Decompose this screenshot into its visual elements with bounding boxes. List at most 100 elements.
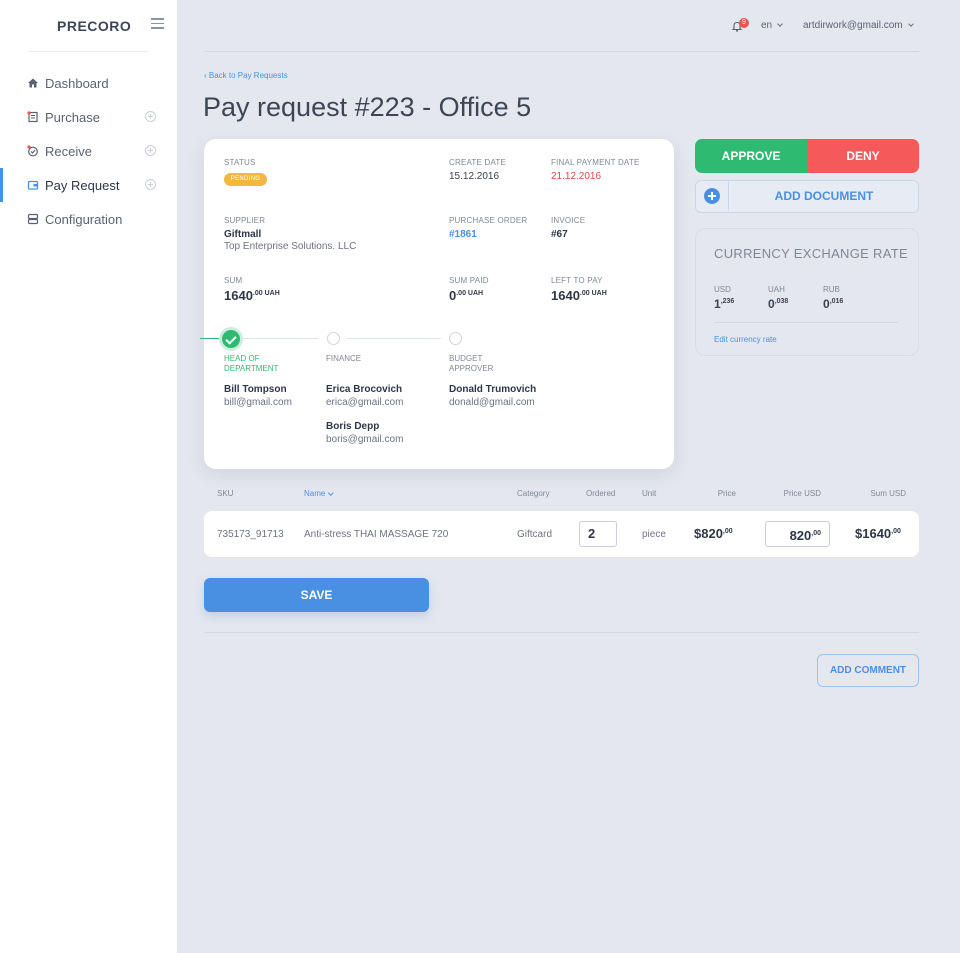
chevron-down-icon: [777, 21, 783, 27]
sidebar-item-label: Pay Request: [45, 177, 120, 193]
sum-value: 1640.00 UAH: [224, 288, 280, 303]
user-email: artdirwork@gmail.com: [803, 20, 903, 31]
create-date-label: CREATE DATE: [449, 158, 507, 167]
sidebar-divider: [28, 51, 149, 52]
invoice-label: INVOICE: [551, 216, 586, 225]
back-link[interactable]: ‹ Back to Pay Requests: [204, 71, 288, 80]
step-pending-icon: [327, 332, 340, 345]
sidebar-item-purchase[interactable]: Purchase: [0, 100, 177, 134]
purchase-order-link[interactable]: #1861: [449, 229, 477, 240]
approver-email: bill@gmail.com: [224, 397, 292, 408]
sidebar-item-label: Purchase: [45, 109, 100, 125]
column-header-category[interactable]: Category: [517, 489, 549, 498]
approval-step-label: FINANCE: [326, 354, 362, 363]
step-complete-icon: [222, 330, 240, 348]
approver-name: Erica Brocovich: [326, 384, 403, 395]
supplier-company: Top Enterprise Solutions. LLC: [224, 241, 357, 252]
cell-sku: 735173_91713: [217, 529, 284, 540]
save-button[interactable]: SAVE: [204, 578, 429, 612]
add-document-label: ADD DOCUMENT: [774, 189, 874, 203]
rate-usd: USD 1,236: [714, 285, 735, 311]
approval-step-label: HEAD OF DEPARTMENT: [224, 354, 279, 373]
column-header-ordered[interactable]: Ordered: [586, 489, 615, 498]
sidebar-item-label: Dashboard: [45, 75, 109, 91]
final-payment-date-value: 21.12.2016: [551, 171, 602, 182]
home-icon: [27, 77, 39, 89]
add-document-button[interactable]: ADD DOCUMENT: [695, 180, 919, 213]
approver-name: Boris Depp: [326, 421, 380, 432]
table-row: 735173_91713 Anti-stress THAI MASSAGE 72…: [204, 511, 919, 557]
topbar-divider: [204, 51, 919, 52]
page-title: Pay request #223 - Office 5: [203, 92, 532, 122]
sidebar-item-dashboard[interactable]: Dashboard: [0, 66, 177, 100]
add-purchase-icon[interactable]: [145, 111, 156, 122]
status-badge: PENDING: [224, 173, 267, 186]
rate-divider: [714, 322, 898, 323]
quantity-input[interactable]: 2: [579, 521, 617, 547]
rate-rub: RUB 0,016: [823, 285, 844, 311]
cell-category: Giftcard: [517, 529, 553, 540]
price-usd-input[interactable]: 820,00: [765, 521, 830, 547]
column-header-sku[interactable]: SKU: [217, 489, 233, 498]
column-header-price-usd[interactable]: Price USD: [770, 489, 821, 498]
add-receive-icon[interactable]: [145, 145, 156, 156]
chevron-down-icon: [328, 489, 334, 495]
content-divider: [204, 632, 919, 633]
language-selector[interactable]: en: [761, 20, 783, 31]
wallet-icon: [27, 179, 39, 191]
purchase-order-label: PURCHASE ORDER: [449, 216, 528, 225]
status-label: STATUS: [224, 158, 256, 167]
currency-exchange-title: CURRENCY EXCHANGE RATE: [714, 246, 908, 261]
cell-sum-usd: $1640,00: [855, 526, 901, 541]
approval-progress-line: [200, 338, 222, 339]
edit-currency-rate-link[interactable]: Edit currency rate: [714, 335, 777, 344]
deny-button[interactable]: DENY: [807, 139, 919, 173]
approver-email: erica@gmail.com: [326, 397, 404, 408]
column-header-price[interactable]: Price: [690, 489, 736, 498]
column-header-name[interactable]: Name: [304, 489, 334, 498]
sum-paid-label: SUM PAID: [449, 276, 489, 285]
add-comment-button[interactable]: ADD COMMENT: [817, 654, 919, 687]
approver-name: Bill Tompson: [224, 384, 287, 395]
sidebar-item-label: Configuration: [45, 211, 123, 227]
notification-badge: 9: [739, 18, 749, 28]
sidebar-item-receive[interactable]: Receive: [0, 134, 177, 168]
plus-circle-icon: [704, 188, 720, 204]
sidebar-item-configuration[interactable]: Configuration: [0, 202, 177, 236]
sum-paid-value: 0.00 UAH: [449, 288, 484, 303]
sidebar-item-label: Receive: [45, 143, 92, 159]
currency-exchange-card: CURRENCY EXCHANGE RATE USD 1,236 UAH 0,0…: [695, 228, 919, 356]
sum-label: SUM: [224, 276, 243, 285]
sidebar-item-pay-request[interactable]: Pay Request: [0, 168, 177, 202]
column-header-sum-usd[interactable]: Sum USD: [856, 489, 906, 498]
approver-email: boris@gmail.com: [326, 434, 404, 445]
chevron-down-icon: [907, 21, 914, 27]
approver-name: Donald Trumovich: [449, 384, 537, 395]
column-header-unit[interactable]: Unit: [642, 489, 656, 498]
app-logo[interactable]: PRECORO: [57, 18, 131, 34]
language-value: en: [761, 20, 773, 31]
step-pending-icon: [449, 332, 462, 345]
sidebar: PRECORO Dashboard Purchase Receive Pay R…: [0, 0, 177, 953]
user-menu[interactable]: artdirwork@gmail.com: [803, 20, 914, 31]
menu-toggle-icon[interactable]: [151, 18, 164, 30]
left-to-pay-label: LEFT TO PAY: [551, 276, 603, 285]
invoice-value: #67: [551, 229, 568, 240]
final-payment-date-label: FINAL PAYMENT DATE: [551, 158, 640, 167]
left-to-pay-value: 1640.00 UAH: [551, 288, 607, 303]
add-pay-request-icon[interactable]: [145, 179, 156, 190]
approval-step-connector: [347, 338, 441, 339]
server-icon: [27, 213, 39, 225]
cell-name: Anti-stress THAI MASSAGE 720: [304, 529, 449, 540]
approve-button[interactable]: APPROVE: [695, 139, 807, 173]
approval-step-connector: [242, 338, 318, 339]
supplier-label: SUPPLIER: [224, 216, 266, 225]
receive-icon: [27, 145, 39, 157]
back-link-label: Back to Pay Requests: [208, 71, 288, 80]
pay-request-details-card: STATUS PENDING CREATE DATE 15.12.2016 FI…: [200, 139, 674, 469]
purchase-icon: [27, 111, 39, 123]
create-date-value: 15.12.2016: [449, 171, 500, 182]
approver-email: donald@gmail.com: [449, 397, 535, 408]
approval-step-label: BUDGET APPROVER: [449, 354, 494, 373]
sidebar-nav: Dashboard Purchase Receive Pay Request C…: [0, 66, 177, 236]
